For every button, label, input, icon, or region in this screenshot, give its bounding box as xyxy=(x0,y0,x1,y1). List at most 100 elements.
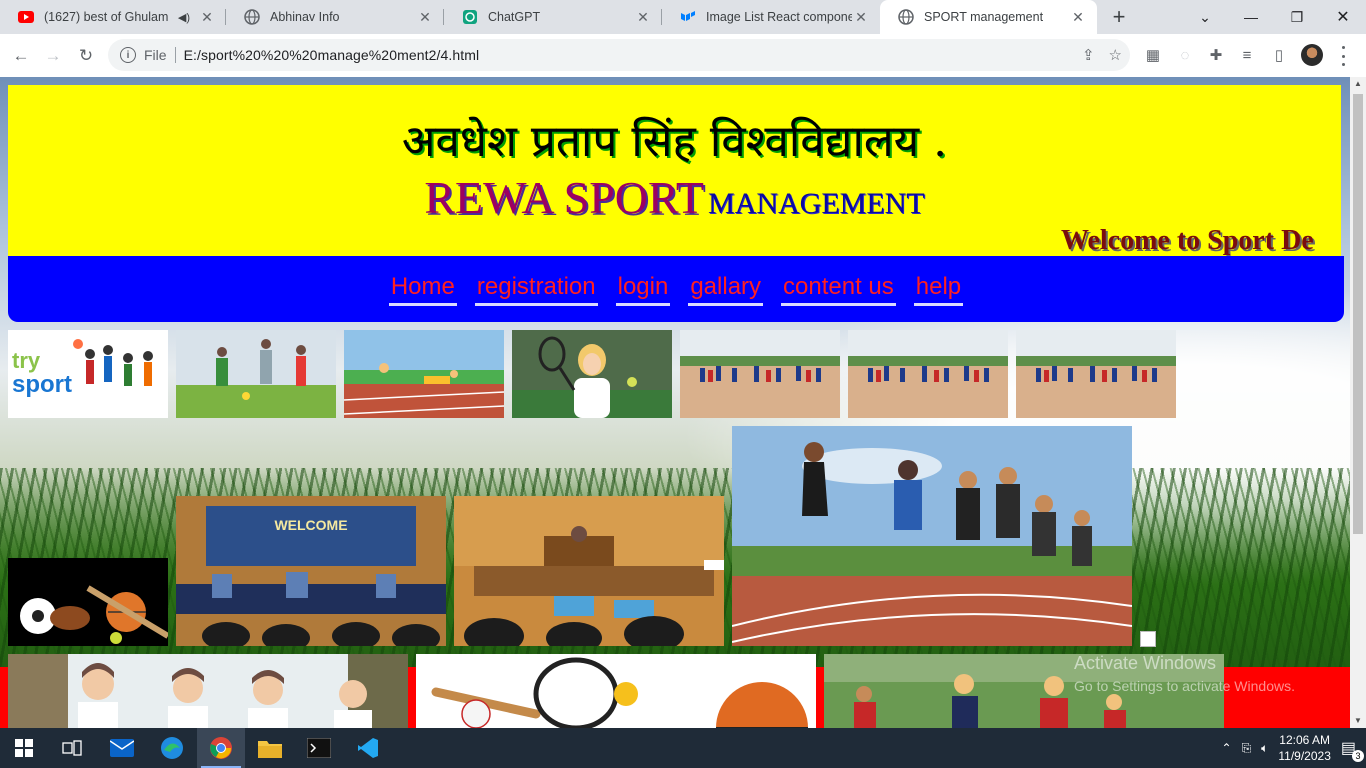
activate-windows-watermark: Activate Windows Go to Settings to activ… xyxy=(1074,653,1295,694)
windows-start-icon[interactable] xyxy=(0,728,48,768)
vertical-scrollbar[interactable]: ▲ ▼ xyxy=(1350,77,1366,728)
mail-icon[interactable] xyxy=(98,728,146,768)
chrome-icon[interactable] xyxy=(197,728,245,768)
broken-image-icon xyxy=(1140,631,1156,647)
nav-gallary[interactable]: gallary xyxy=(688,273,764,306)
address-bar[interactable]: i File E:/sport%20%20%20manage%20ment2/4… xyxy=(108,39,1130,71)
tab-title: (1627) best of Ghulam a xyxy=(44,10,170,24)
page-viewport: अवधेश प्रताप सिंह विश्वविद्यालय . REWA S… xyxy=(0,77,1350,728)
chatgpt-icon xyxy=(462,9,478,25)
browser-tab[interactable]: Image List React component ✕ xyxy=(662,0,880,34)
bookmark-star-icon[interactable]: ☆ xyxy=(1109,46,1122,64)
gallery-image-sports-balls xyxy=(416,654,816,728)
globe-icon xyxy=(244,9,260,25)
scrollbar-thumb[interactable] xyxy=(1353,94,1363,534)
file-explorer-icon[interactable] xyxy=(246,728,294,768)
terminal-icon[interactable] xyxy=(295,728,343,768)
main-nav: Home registration login gallary content … xyxy=(8,256,1344,322)
browser-tab-active[interactable]: SPORT management ✕ xyxy=(880,0,1097,34)
gallery-image-ground-team-2 xyxy=(848,330,1008,418)
subtitle-main: REWA SPORT xyxy=(424,172,705,223)
site-subtitle: REWA SPORT MANAGEMENT xyxy=(8,171,1341,224)
notification-center-icon[interactable]: ▤ 3 xyxy=(1341,738,1364,762)
menu-kebab-icon[interactable] xyxy=(1336,46,1350,66)
browser-tab[interactable]: Abhinav Info ✕ xyxy=(226,0,444,34)
site-header: अवधेश प्रताप सिंह विश्वविद्यालय . REWA S… xyxy=(8,85,1341,256)
new-tab-button[interactable]: + xyxy=(1106,6,1132,28)
vscode-icon[interactable] xyxy=(344,728,392,768)
minimize-button[interactable]: — xyxy=(1228,0,1274,34)
clock-date: 11/9/2023 xyxy=(1278,749,1331,763)
url-text[interactable]: E:/sport%20%20%20manage%20ment2/4.html xyxy=(184,47,480,63)
gallery-image-kids-group xyxy=(8,654,408,728)
svg-text:try: try xyxy=(12,348,41,373)
chevron-up-icon[interactable]: ⌃ xyxy=(1222,741,1232,755)
browser-tab[interactable]: ChatGPT ✕ xyxy=(444,0,662,34)
nav-login[interactable]: login xyxy=(615,273,671,306)
globe-icon xyxy=(898,9,914,25)
qr-code-icon[interactable]: ▦ xyxy=(1142,44,1164,66)
tab-title: ChatGPT xyxy=(488,10,541,24)
extension-circle-icon[interactable]: ◌ xyxy=(1174,44,1196,66)
close-tab-icon[interactable]: ✕ xyxy=(634,9,652,26)
speaker-icon[interactable]: ◀) xyxy=(178,11,190,24)
gallery-image-conference-hall xyxy=(454,496,724,646)
browser-tab[interactable]: (1627) best of Ghulam a ◀) ✕ xyxy=(0,0,226,34)
edge-icon[interactable] xyxy=(148,728,196,768)
scroll-up-arrow-icon[interactable]: ▲ xyxy=(1350,77,1366,91)
restore-button[interactable]: ❐ xyxy=(1274,0,1320,34)
gallery-image-sports-equipment xyxy=(8,558,168,646)
watermark-subtitle: Go to Settings to activate Windows. xyxy=(1074,678,1295,694)
media-control-icon[interactable]: ≡ xyxy=(1236,44,1258,66)
clock-time: 12:06 AM xyxy=(1279,733,1330,747)
gallery-image-tennis-player xyxy=(512,330,672,418)
gallery-image-kids-race xyxy=(344,330,504,418)
tab-title: SPORT management xyxy=(924,10,1044,24)
close-tab-icon[interactable]: ✕ xyxy=(198,9,216,26)
system-tray: ⌃ ⎘ 🔈︎ 12:06 AM 11/9/2023 ▤ 3 xyxy=(1222,728,1364,768)
clock[interactable]: 12:06 AM 11/9/2023 xyxy=(1278,732,1331,764)
tab-title: Abhinav Info xyxy=(270,10,340,24)
gallery-image-ground-team-3 xyxy=(1016,330,1176,418)
profile-avatar[interactable] xyxy=(1301,44,1323,66)
side-panel-icon[interactable]: ▯ xyxy=(1268,44,1290,66)
tab-title: Image List React component xyxy=(706,10,852,24)
windows-taskbar: ⌃ ⎘ 🔈︎ 12:06 AM 11/9/2023 ▤ 3 xyxy=(0,728,1366,768)
scroll-down-arrow-icon[interactable]: ▼ xyxy=(1350,714,1366,728)
university-title: अवधेश प्रताप सिंह विश्वविद्यालय . xyxy=(401,116,948,167)
close-tab-icon[interactable]: ✕ xyxy=(852,9,870,26)
gallery-image-try-sport: try sport xyxy=(8,330,168,418)
forward-arrow-icon[interactable]: → xyxy=(40,43,66,69)
svg-text:WELCOME: WELCOME xyxy=(274,517,347,533)
mui-icon xyxy=(680,9,696,25)
svg-text:sport: sport xyxy=(12,371,72,398)
welcome-marquee: Welcome to Sport De xyxy=(1061,225,1314,256)
gallery-image-football-training xyxy=(176,330,336,418)
gallery-image-business-race xyxy=(732,426,1132,646)
nav-help[interactable]: help xyxy=(913,273,964,306)
site-info-icon[interactable]: i xyxy=(120,47,136,63)
browser-toolbar: ← → ↻ i File E:/sport%20%20%20manage%20m… xyxy=(0,34,1366,77)
gallery-image-ground-team-1 xyxy=(680,330,840,418)
watermark-title: Activate Windows xyxy=(1074,653,1217,673)
gallery-image-welcome-seminar: WELCOME xyxy=(176,496,446,646)
tab-search-icon[interactable]: ⌄ xyxy=(1182,0,1228,34)
url-scheme: File xyxy=(144,47,167,63)
nav-home[interactable]: Home xyxy=(388,273,457,306)
close-tab-icon[interactable]: ✕ xyxy=(1069,9,1087,26)
nav-registration[interactable]: registration xyxy=(474,273,598,306)
close-tab-icon[interactable]: ✕ xyxy=(416,9,434,26)
extensions-puzzle-icon[interactable]: ✚ xyxy=(1205,44,1227,66)
subtitle-secondary: MANAGEMENT xyxy=(708,187,925,220)
back-arrow-icon[interactable]: ← xyxy=(8,43,34,69)
notification-count: 3 xyxy=(1352,750,1364,762)
nav-content-us[interactable]: content us xyxy=(781,273,896,306)
close-window-button[interactable]: ✕ xyxy=(1320,0,1366,34)
volume-icon[interactable]: 🔈︎ xyxy=(1261,741,1268,756)
reload-icon[interactable]: ↻ xyxy=(73,43,99,69)
task-view-icon[interactable] xyxy=(48,728,96,768)
network-icon[interactable]: ⎘ xyxy=(1242,741,1252,756)
share-icon[interactable]: ⇪ xyxy=(1082,46,1095,64)
tab-strip: (1627) best of Ghulam a ◀) ✕ Abhinav Inf… xyxy=(0,0,1366,34)
youtube-icon xyxy=(18,9,34,25)
